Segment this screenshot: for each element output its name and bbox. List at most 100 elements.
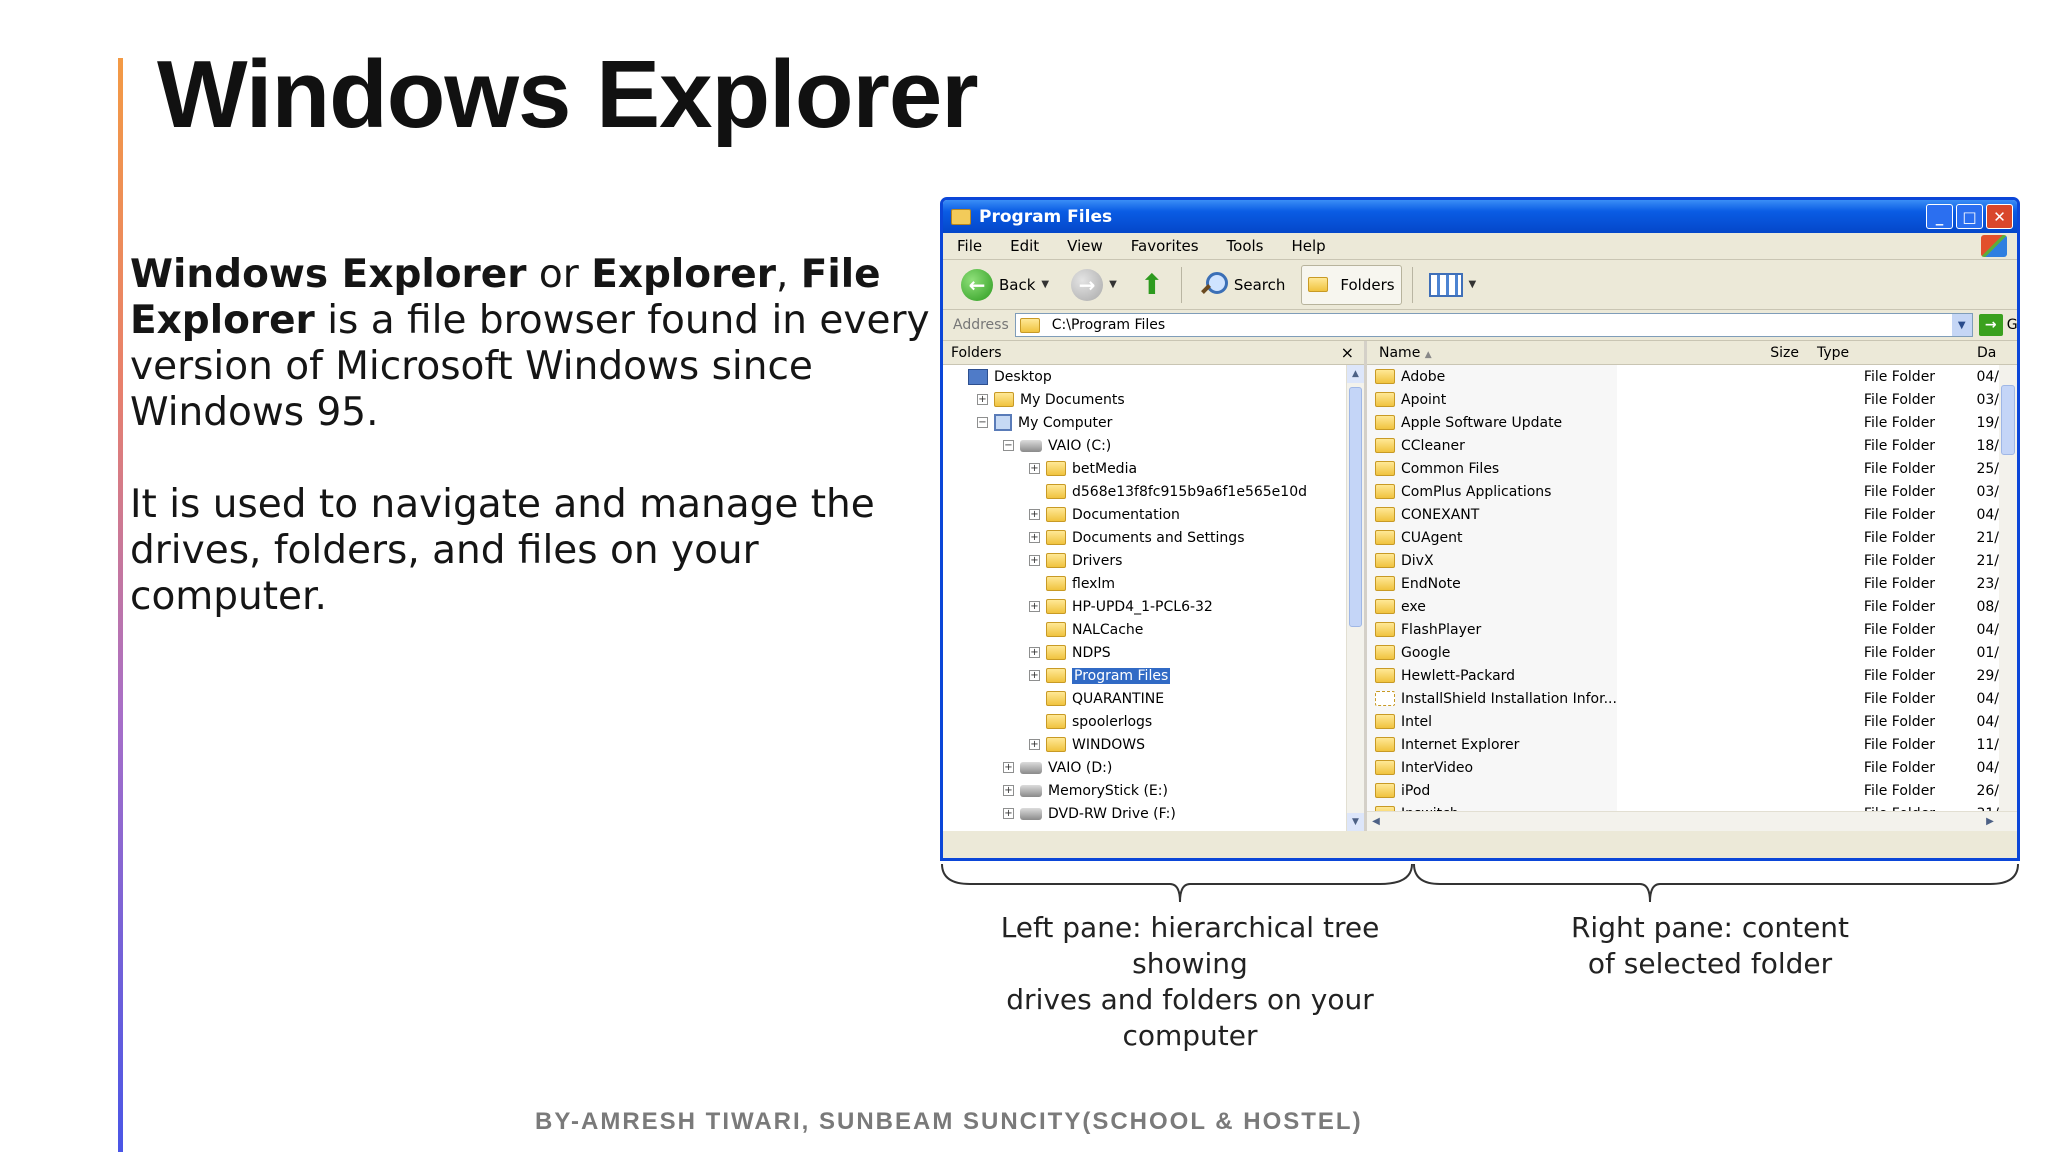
up-button[interactable]: ⬆ [1133, 265, 1171, 305]
views-button[interactable]: ▼ [1423, 265, 1483, 305]
scroll-left-icon[interactable]: ◀ [1367, 812, 1385, 832]
column-name[interactable]: Name ▲ [1367, 345, 1747, 361]
maximize-button[interactable]: □ [1956, 204, 1983, 229]
list-item[interactable]: Google File Folder 01/ [1367, 641, 1999, 664]
tree-scrollbar[interactable]: ▲ ▼ [1346, 365, 1364, 831]
dropdown-caret-icon[interactable]: ▼ [1041, 279, 1049, 290]
expand-icon[interactable]: + [1003, 785, 1014, 796]
tree-item[interactable]: − VAIO (C:) [943, 434, 1346, 457]
close-button[interactable]: ✕ [1986, 204, 2013, 229]
tree-item[interactable]: + Drivers [943, 549, 1346, 572]
tree-item[interactable]: Desktop [943, 365, 1346, 388]
item-name: Apoint [1367, 392, 1734, 408]
expand-icon[interactable]: + [1029, 509, 1040, 520]
tree-item[interactable]: + Program Files [943, 664, 1346, 687]
close-pane-icon[interactable]: × [1341, 343, 1354, 362]
tree-item[interactable]: QUARANTINE [943, 687, 1346, 710]
tree-item[interactable]: NALCache [943, 618, 1346, 641]
expand-icon[interactable]: + [1029, 601, 1040, 612]
expand-icon[interactable]: + [1029, 555, 1040, 566]
tree-item[interactable]: + betMedia [943, 457, 1346, 480]
list-item[interactable]: ComPlus Applications File Folder 03/ [1367, 480, 1999, 503]
scroll-thumb[interactable] [2001, 385, 2015, 455]
expand-icon[interactable]: + [1029, 670, 1040, 681]
scroll-thumb[interactable] [1349, 387, 1362, 627]
menu-favorites[interactable]: Favorites [1131, 237, 1199, 255]
folders-button[interactable]: Folders [1301, 264, 1402, 305]
expand-icon[interactable]: + [1029, 463, 1040, 474]
expand-icon[interactable]: + [1029, 739, 1040, 750]
scroll-down-icon[interactable]: ▼ [1347, 813, 1364, 831]
dropdown-caret-icon[interactable]: ▼ [1109, 279, 1117, 290]
menu-file[interactable]: File [957, 237, 982, 255]
expand-icon[interactable]: + [1003, 808, 1014, 819]
expand-icon[interactable]: + [1003, 762, 1014, 773]
tree-item[interactable]: spoolerlogs [943, 710, 1346, 733]
forward-button[interactable]: → ▼ [1065, 265, 1123, 305]
list-item[interactable]: InstallShield Installation Infor... File … [1367, 687, 1999, 710]
minimize-button[interactable]: _ [1926, 204, 1953, 229]
tree-item[interactable]: + VAIO (D:) [943, 756, 1346, 779]
folder-icon [1375, 783, 1395, 798]
list-item[interactable]: Common Files File Folder 25/ [1367, 457, 1999, 480]
list-item[interactable]: DivX File Folder 21/ [1367, 549, 1999, 572]
column-type[interactable]: Type [1807, 345, 1977, 361]
tree-item[interactable]: + Documentation [943, 503, 1346, 526]
menu-help[interactable]: Help [1292, 237, 1326, 255]
item-name: Hewlett-Packard [1367, 668, 1734, 684]
slide-title: Windows Explorer [157, 41, 979, 148]
list-item[interactable]: iPod File Folder 26/ [1367, 779, 1999, 802]
scroll-up-icon[interactable]: ▲ [1347, 365, 1364, 383]
tree-item[interactable]: + HP-UPD4_1-PCL6-32 [943, 595, 1346, 618]
tree-item[interactable]: − My Computer [943, 411, 1346, 434]
expand-icon[interactable]: + [1029, 532, 1040, 543]
list-item[interactable]: FlashPlayer File Folder 04/ [1367, 618, 1999, 641]
title-bar[interactable]: Program Files _ □ ✕ [943, 200, 2017, 233]
menu-tools[interactable]: Tools [1227, 237, 1264, 255]
tree-item[interactable]: + WINDOWS [943, 733, 1346, 756]
address-dropdown-icon[interactable]: ▼ [1951, 314, 1972, 336]
expand-icon[interactable]: + [1029, 647, 1040, 658]
tree-item[interactable]: + NDPS [943, 641, 1346, 664]
collapse-icon[interactable]: − [977, 417, 988, 428]
item-type: File Folder [1863, 483, 1936, 500]
list-item[interactable]: exe File Folder 08/ [1367, 595, 1999, 618]
tree-item-label: VAIO (D:) [1048, 759, 1113, 776]
list-item[interactable]: EndNote File Folder 23/ [1367, 572, 1999, 595]
search-button[interactable]: Search [1192, 265, 1292, 305]
expand-icon[interactable]: + [977, 394, 988, 405]
tree-item[interactable]: d568e13f8fc915b9a6f1e565e10d [943, 480, 1346, 503]
list-item[interactable]: CONEXANT File Folder 04/ [1367, 503, 1999, 526]
menu-edit[interactable]: Edit [1010, 237, 1039, 255]
item-name-text: Google [1401, 644, 1451, 661]
list-scrollbar[interactable] [1999, 365, 2017, 811]
item-name-text: EndNote [1401, 575, 1461, 592]
column-size[interactable]: Size [1747, 345, 1807, 361]
list-item[interactable]: Internet Explorer File Folder 11/ [1367, 733, 1999, 756]
dropdown-caret-icon[interactable]: ▼ [1469, 279, 1477, 290]
tree-item[interactable]: + My Documents [943, 388, 1346, 411]
tree-item[interactable]: + MemoryStick (E:) [943, 779, 1346, 802]
collapse-icon[interactable]: − [1003, 440, 1014, 451]
list-item[interactable]: Intel File Folder 04/ [1367, 710, 1999, 733]
back-button[interactable]: ← Back ▼ [955, 265, 1055, 305]
horizontal-scrollbar[interactable]: ◀ ▶ [1367, 811, 2017, 831]
list-item[interactable]: Adobe File Folder 04/ [1367, 365, 1999, 388]
list-item[interactable]: CUAgent File Folder 21/ [1367, 526, 1999, 549]
column-date[interactable]: Da [1977, 345, 2017, 361]
list-item[interactable]: Apple Software Update File Folder 19/ [1367, 411, 1999, 434]
scroll-right-icon[interactable]: ▶ [1981, 812, 1999, 832]
list-item[interactable]: Apoint File Folder 03/ [1367, 388, 1999, 411]
tree-item[interactable]: + Documents and Settings [943, 526, 1346, 549]
folder-icon [1046, 484, 1066, 499]
tree-item[interactable]: + DVD-RW Drive (F:) [943, 802, 1346, 825]
menu-view[interactable]: View [1067, 237, 1103, 255]
list-item[interactable]: InterVideo File Folder 04/ [1367, 756, 1999, 779]
list-item[interactable]: CCleaner File Folder 18/ [1367, 434, 1999, 457]
list-item[interactable]: Hewlett-Packard File Folder 29/ [1367, 664, 1999, 687]
go-button[interactable]: → Go [1978, 314, 2017, 336]
list-item[interactable]: InswitchFile Folder31/ [1367, 802, 1999, 811]
address-input[interactable]: C:\Program Files ▼ [1014, 313, 1973, 337]
tree-item[interactable]: flexlm [943, 572, 1346, 595]
menu-bar: File Edit View Favorites Tools Help [943, 233, 2017, 260]
